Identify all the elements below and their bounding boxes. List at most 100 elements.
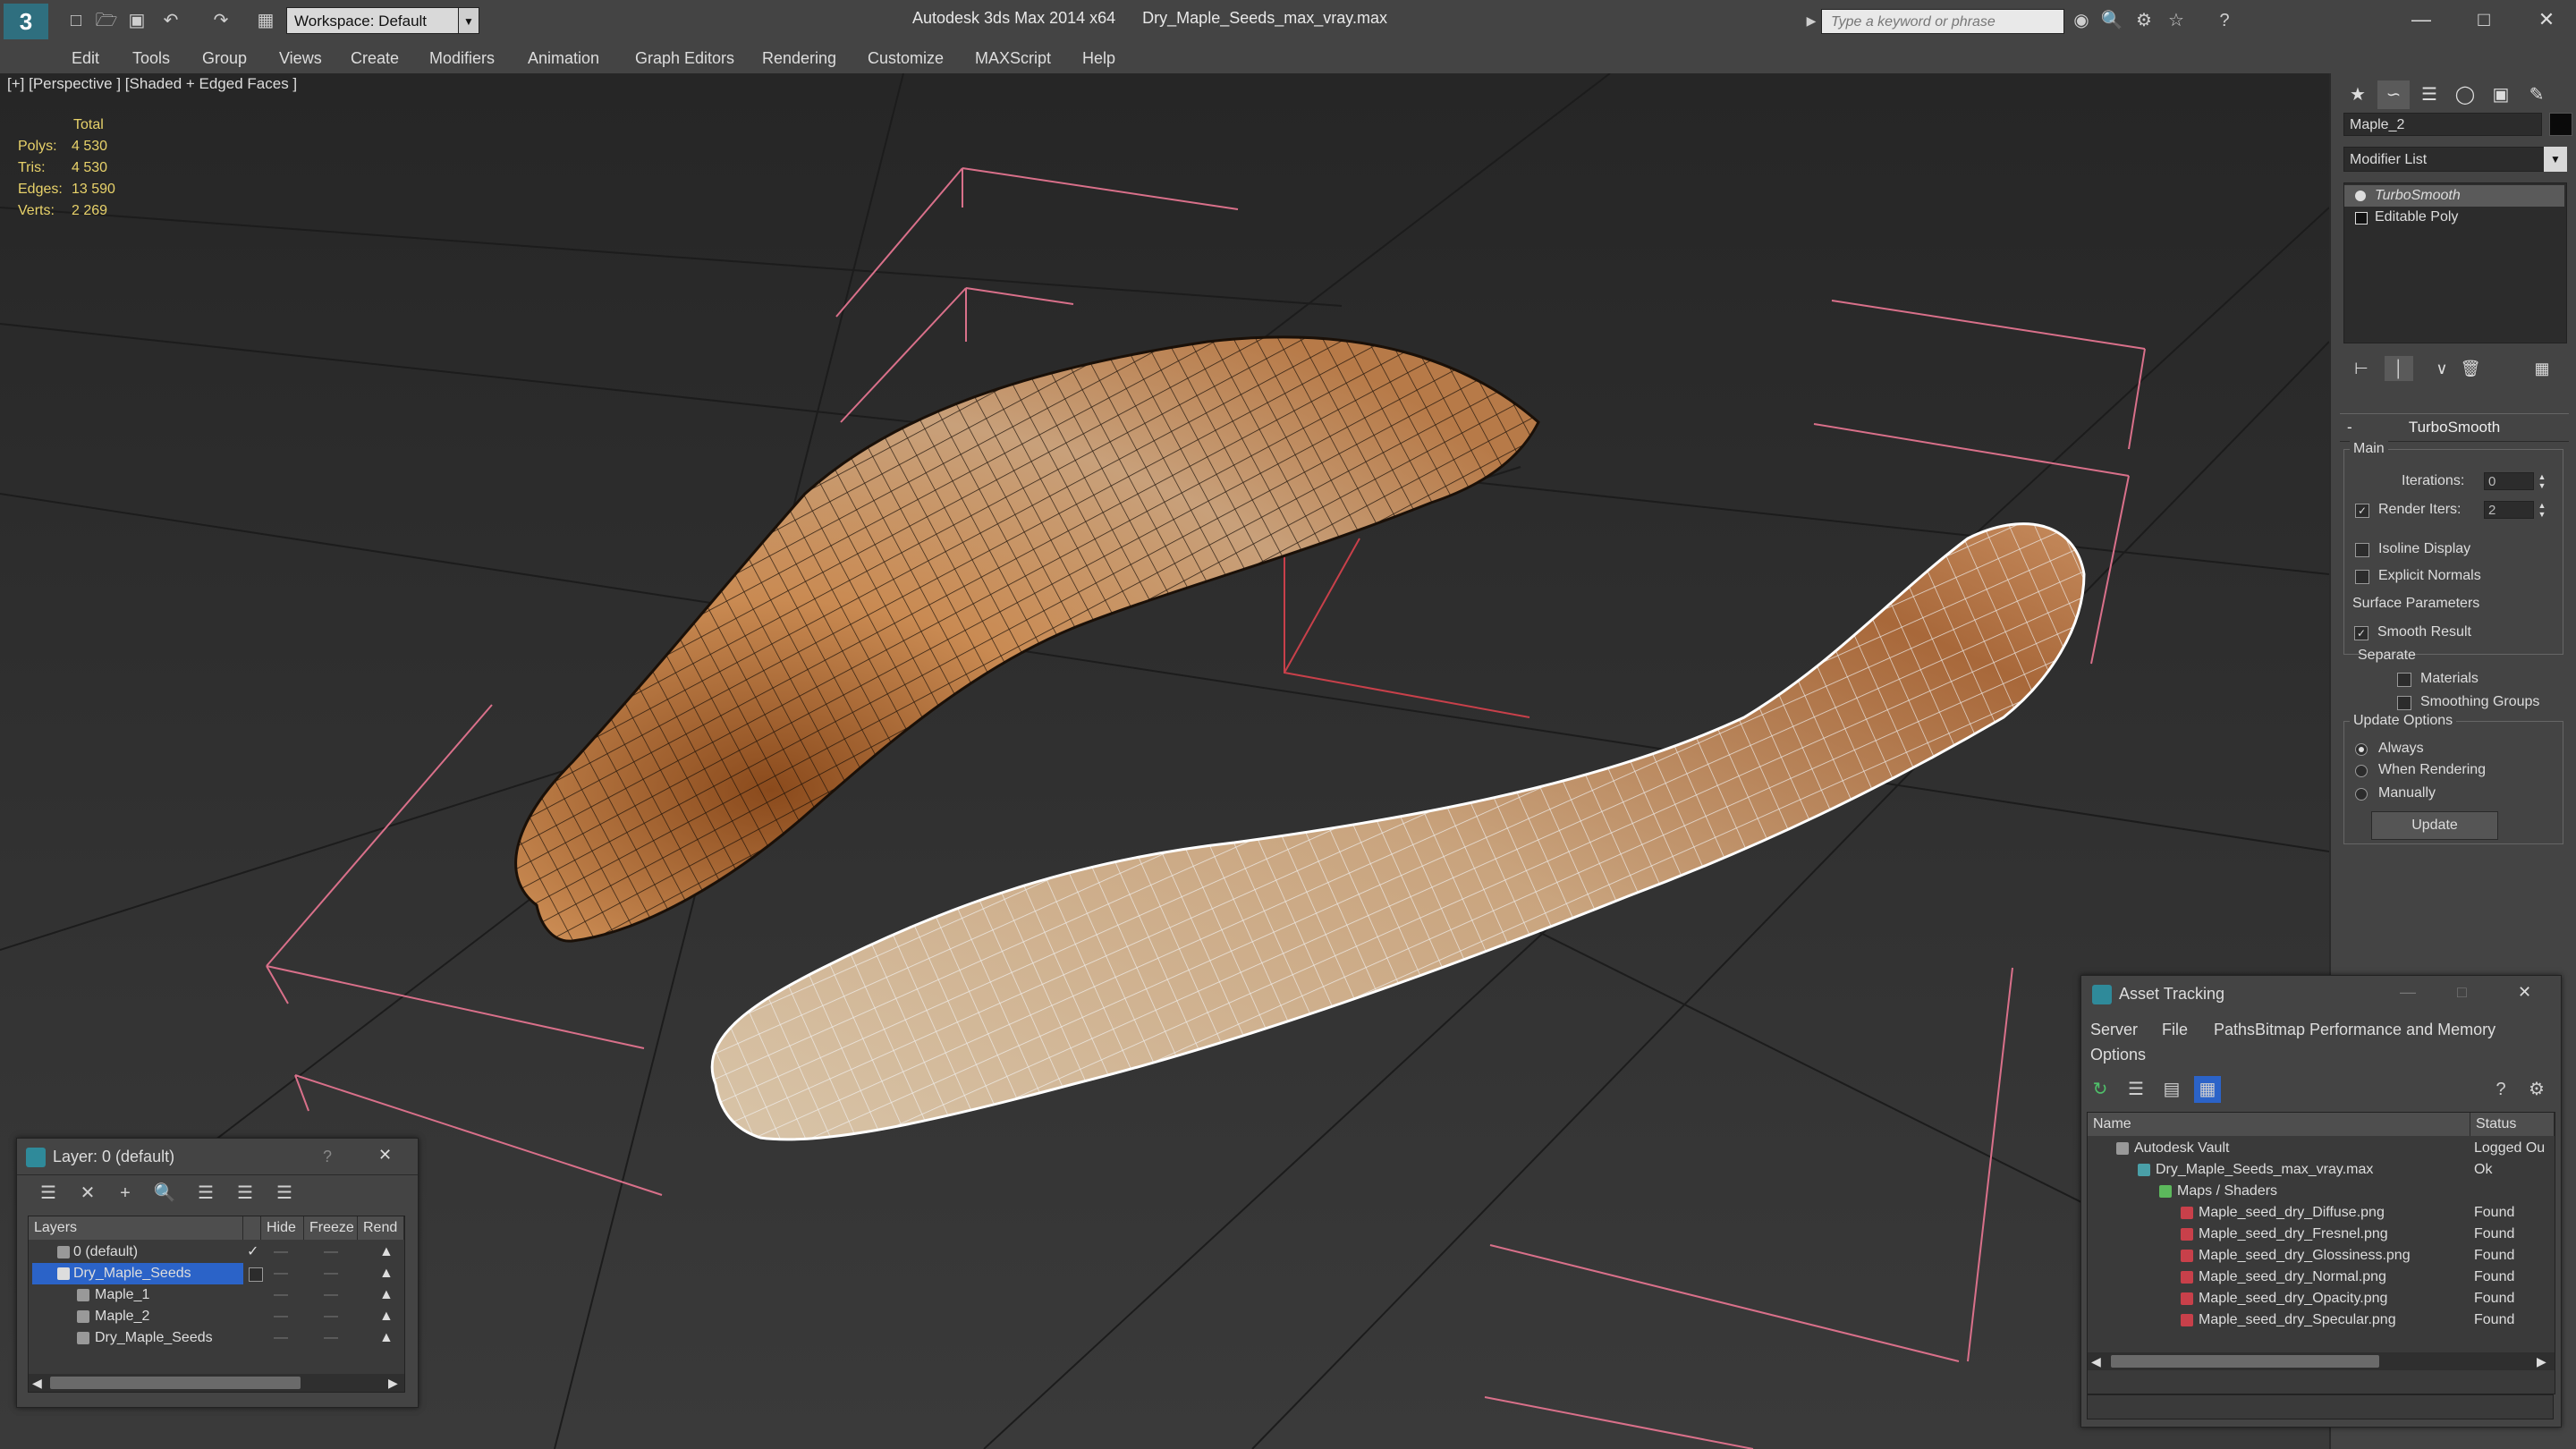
scroll-thumb[interactable] — [50, 1377, 301, 1389]
select-in-layer-icon[interactable]: 🔍 — [151, 1180, 178, 1207]
asset-row[interactable]: Dry_Maple_Seeds_max_vray.max Ok — [2088, 1159, 2555, 1181]
table-view-icon[interactable]: ▦ — [2194, 1076, 2221, 1103]
asset-menu-paths[interactable]: Paths — [2214, 1019, 2255, 1040]
asset-row[interactable]: Maple_seed_dry_Glossiness.png Found — [2088, 1245, 2555, 1267]
utilities-tab-icon[interactable]: ✎ — [2521, 80, 2553, 109]
scroll-right-icon[interactable]: ▶ — [2537, 1351, 2546, 1372]
hide-all-layers-icon[interactable]: ☰ — [232, 1180, 258, 1207]
asset-row[interactable]: Maps / Shaders — [2088, 1181, 2555, 1202]
menu-rendering[interactable]: Rendering — [762, 43, 836, 73]
asset-path-field[interactable] — [2087, 1394, 2554, 1419]
asset-menu-file[interactable]: File — [2162, 1019, 2188, 1040]
make-unique-icon[interactable]: ∨ — [2428, 356, 2456, 381]
workspace-dropdown-icon[interactable]: ▼ — [458, 7, 479, 34]
menu-help[interactable]: Help — [1082, 43, 1115, 73]
object-name-field[interactable]: Maple_2 — [2343, 113, 2542, 136]
stack-item-turbosmooth[interactable]: TurboSmooth — [2344, 185, 2564, 207]
modifier-list-select[interactable]: Modifier List — [2343, 147, 2558, 172]
asset-help-icon[interactable]: ? — [2487, 1076, 2514, 1103]
asset-minimize-icon[interactable]: — — [2400, 983, 2416, 1002]
asset-menu-options[interactable]: Options — [2090, 1044, 2146, 1065]
update-when-rendering-radio[interactable] — [2355, 765, 2368, 777]
configure-sets-icon[interactable]: ▦ — [2528, 356, 2556, 381]
asset-close-icon[interactable]: ✕ — [2518, 983, 2531, 1002]
delete-layer-icon[interactable]: ✕ — [74, 1180, 101, 1207]
asset-menu-bitmap-performance[interactable]: Bitmap Performance and Memory — [2255, 1019, 2496, 1040]
explicit-normals-checkbox[interactable] — [2355, 570, 2369, 584]
layer-row[interactable]: Maple_1 — — ▲ — [29, 1284, 404, 1306]
redo-icon[interactable]: ↷ — [208, 7, 234, 34]
exchange-icon[interactable]: ⚙ — [2131, 7, 2157, 34]
menu-modifiers[interactable]: Modifiers — [429, 43, 495, 73]
app-logo-button[interactable]: 3 — [4, 4, 48, 39]
binoculars-icon[interactable]: ◉ — [2068, 7, 2095, 34]
isoline-display-checkbox[interactable] — [2355, 543, 2369, 557]
iterations-spinner[interactable]: 0 — [2484, 472, 2534, 490]
maximize-icon[interactable]: □ — [2462, 4, 2506, 36]
remove-modifier-icon[interactable]: 🗑 — [2456, 356, 2485, 381]
search-input[interactable]: Type a keyword or phrase — [1821, 9, 2064, 34]
set-current-checkbox[interactable] — [249, 1267, 263, 1282]
freeze-toggle[interactable]: — — [324, 1306, 338, 1327]
help-icon[interactable]: ? — [2211, 7, 2238, 34]
object-color-swatch[interactable] — [2549, 113, 2572, 136]
menu-views[interactable]: Views — [279, 43, 322, 73]
asset-settings-icon[interactable]: ⚙ — [2523, 1076, 2550, 1103]
create-tab-icon[interactable]: ★ — [2342, 80, 2374, 109]
asset-row[interactable]: Maple_seed_dry_Normal.png Found — [2088, 1267, 2555, 1288]
workspace-select[interactable]: Workspace: Default — [286, 7, 465, 34]
asset-row[interactable]: Autodesk Vault Logged Ou — [2088, 1138, 2555, 1159]
menu-create[interactable]: Create — [351, 43, 399, 73]
refresh-icon[interactable]: ↻ — [2087, 1076, 2114, 1103]
scroll-right-icon[interactable]: ▶ — [388, 1372, 398, 1394]
asset-scrollbar[interactable]: ◀ ▶ — [2088, 1352, 2555, 1370]
highlight-layer-icon[interactable]: ☰ — [192, 1180, 219, 1207]
layer-help-icon[interactable]: ? — [323, 1148, 332, 1166]
render-iters-spinner-arrows-icon[interactable]: ▲ ▼ — [2536, 501, 2548, 519]
layer-row[interactable]: Dry_Maple_Seeds — — ▲ — [29, 1327, 404, 1349]
close-icon[interactable]: ✕ — [2524, 4, 2569, 36]
render-teapot-icon[interactable]: ▲ — [379, 1263, 394, 1284]
menu-group[interactable]: Group — [202, 43, 247, 73]
menu-tools[interactable]: Tools — [132, 43, 170, 73]
smoothing-groups-checkbox[interactable] — [2397, 696, 2411, 710]
scroll-thumb[interactable] — [2111, 1355, 2379, 1368]
hide-toggle[interactable]: — — [274, 1263, 288, 1284]
layers-icon[interactable]: ☰ — [35, 1180, 62, 1207]
col-hide[interactable]: Hide — [261, 1216, 304, 1240]
show-end-result-icon[interactable]: │ — [2385, 356, 2413, 381]
render-teapot-icon[interactable]: ▲ — [379, 1241, 394, 1263]
update-always-radio[interactable] — [2355, 743, 2368, 756]
render-teapot-icon[interactable]: ▲ — [379, 1284, 394, 1306]
update-button[interactable]: Update — [2371, 811, 2498, 840]
render-iters-checkbox[interactable]: ✓ — [2355, 504, 2369, 518]
render-teapot-icon[interactable]: ▲ — [379, 1306, 394, 1327]
col-layers[interactable]: Layers — [29, 1216, 243, 1240]
minimize-icon[interactable]: — — [2399, 4, 2444, 36]
freeze-all-layers-icon[interactable]: ☰ — [271, 1180, 298, 1207]
new-file-icon[interactable]: □ — [63, 7, 89, 34]
col-render[interactable]: Rend — [358, 1216, 404, 1240]
motion-tab-icon[interactable]: ◯ — [2449, 80, 2481, 109]
scroll-left-icon[interactable]: ◀ — [32, 1372, 42, 1394]
asset-row[interactable]: Maple_seed_dry_Diffuse.png Found — [2088, 1202, 2555, 1224]
pin-stack-icon[interactable]: ⊢ — [2347, 356, 2376, 381]
project-folder-icon[interactable]: ▦ — [252, 7, 279, 34]
freeze-toggle[interactable]: — — [324, 1241, 338, 1263]
asset-row[interactable]: Maple_seed_dry_Opacity.png Found — [2088, 1288, 2555, 1309]
materials-checkbox[interactable] — [2397, 673, 2411, 687]
lightbulb-icon[interactable] — [2355, 191, 2366, 201]
layer-row[interactable]: 0 (default) ✓ — — ▲ — [29, 1241, 404, 1263]
smooth-result-checkbox[interactable]: ✓ — [2354, 626, 2368, 640]
hide-toggle[interactable]: — — [274, 1284, 288, 1306]
turbosmooth-rollout-header[interactable]: - TurboSmooth — [2340, 413, 2569, 442]
layer-row[interactable]: Maple_2 — — ▲ — [29, 1306, 404, 1327]
expand-plus-icon[interactable] — [2355, 212, 2368, 225]
open-file-icon[interactable]: 🗁 — [93, 7, 120, 34]
asset-menu-server[interactable]: Server — [2090, 1019, 2138, 1040]
scroll-left-icon[interactable]: ◀ — [2091, 1351, 2101, 1372]
communication-icon[interactable]: 🔍 — [2098, 7, 2125, 34]
menu-customize[interactable]: Customize — [868, 43, 944, 73]
favorites-star-icon[interactable]: ☆ — [2163, 7, 2190, 34]
hide-toggle[interactable]: — — [274, 1327, 288, 1349]
